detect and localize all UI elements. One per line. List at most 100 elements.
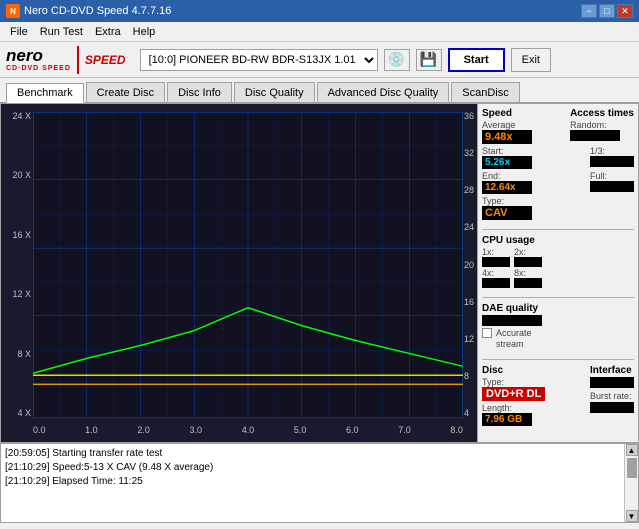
toolbar: nero CD·DVD SPEED SPEED [10:0] PIONEER B… bbox=[0, 42, 639, 78]
random-value bbox=[570, 130, 620, 141]
logo-divider bbox=[77, 46, 79, 74]
log-row-1: [21:10:29] Speed:5-13 X CAV (9.48 X aver… bbox=[5, 461, 620, 475]
log-scrollbar: ▲ ▼ bbox=[624, 444, 638, 522]
speed-section: Speed Average 9.48x Access times Random:… bbox=[482, 108, 634, 220]
start-value: 5.26x bbox=[482, 156, 532, 169]
scroll-thumb[interactable] bbox=[627, 458, 637, 478]
length-label: Length: bbox=[482, 403, 545, 413]
x-label-5: 5.0 bbox=[294, 425, 307, 435]
tabs: Benchmark Create Disc Disc Info Disc Qua… bbox=[0, 78, 639, 103]
x-label-8: 8.0 bbox=[450, 425, 463, 435]
y-right-8: 8 bbox=[464, 372, 469, 381]
cpu-section: CPU usage 1x: 2x: 4x: bbox=[482, 235, 634, 288]
random-label: Random: bbox=[570, 120, 634, 130]
cpu-8x-label: 8x: bbox=[514, 268, 542, 278]
log-area: [20:59:05] Starting transfer rate test [… bbox=[0, 443, 639, 523]
x-label-2: 2.0 bbox=[137, 425, 150, 435]
drive-select[interactable]: [10:0] PIONEER BD-RW BDR-S13JX 1.01 bbox=[140, 49, 378, 71]
x-label-1: 1.0 bbox=[85, 425, 98, 435]
close-button[interactable]: ✕ bbox=[617, 4, 633, 18]
exit-button[interactable]: Exit bbox=[511, 48, 551, 72]
x-label-3: 3.0 bbox=[190, 425, 203, 435]
dae-section: DAE quality Accurate stream bbox=[482, 303, 634, 350]
maximize-button[interactable]: □ bbox=[599, 4, 615, 18]
x-label-4: 4.0 bbox=[242, 425, 255, 435]
y-label-12: 12 X bbox=[12, 290, 31, 299]
tab-create-disc[interactable]: Create Disc bbox=[86, 82, 165, 102]
app-title: Nero CD-DVD Speed 4.7.7.16 bbox=[24, 5, 171, 17]
minimize-button[interactable]: − bbox=[581, 4, 597, 18]
accurate-stream-row: Accurate bbox=[482, 328, 634, 338]
y-right-12: 12 bbox=[464, 335, 474, 344]
x-label-0: 0.0 bbox=[33, 425, 46, 435]
log-row-2: [21:10:29] Elapsed Time: 11:25 bbox=[5, 475, 620, 489]
y-right-36: 36 bbox=[464, 112, 474, 121]
y-right-24: 24 bbox=[464, 223, 474, 232]
y-axis-right: 36 32 28 24 20 16 12 8 4 bbox=[463, 112, 477, 418]
tab-advanced-disc-quality[interactable]: Advanced Disc Quality bbox=[317, 82, 450, 102]
y-label-20: 20 X bbox=[12, 171, 31, 180]
full-label: Full: bbox=[590, 171, 634, 181]
logo-area: nero CD·DVD SPEED SPEED bbox=[6, 46, 126, 74]
side-panel: Speed Average 9.48x Access times Random:… bbox=[478, 104, 638, 442]
tab-benchmark[interactable]: Benchmark bbox=[6, 83, 84, 103]
tab-disc-quality[interactable]: Disc Quality bbox=[234, 82, 315, 102]
main-content: 24 X 20 X 16 X 12 X 8 X 4 X bbox=[0, 103, 639, 443]
titlebar-controls[interactable]: − □ ✕ bbox=[581, 4, 633, 18]
type-value: CAV bbox=[482, 206, 532, 220]
chart-area: 24 X 20 X 16 X 12 X 8 X 4 X bbox=[1, 104, 478, 442]
x-label-7: 7.0 bbox=[398, 425, 411, 435]
divider1 bbox=[482, 229, 634, 230]
menu-file[interactable]: File bbox=[4, 24, 34, 40]
divider3 bbox=[482, 359, 634, 360]
start-label: Start: bbox=[482, 146, 532, 156]
logo-speed: SPEED bbox=[85, 53, 126, 67]
y-label-8: 8 X bbox=[17, 350, 31, 359]
menu-extra[interactable]: Extra bbox=[89, 24, 127, 40]
tab-disc-info[interactable]: Disc Info bbox=[167, 82, 232, 102]
x-label-6: 6.0 bbox=[346, 425, 359, 435]
disc-type-badge: DVD+R DL bbox=[482, 387, 545, 401]
disc-type-label: Type: bbox=[482, 377, 545, 387]
end-label: End: bbox=[482, 171, 532, 181]
scroll-down-button[interactable]: ▼ bbox=[626, 510, 638, 522]
logo-sub: CD·DVD SPEED bbox=[6, 65, 71, 72]
menu-run-test[interactable]: Run Test bbox=[34, 24, 89, 40]
interface-label: Interface bbox=[590, 365, 634, 376]
cpu-4x-label: 4x: bbox=[482, 268, 510, 278]
x-axis: 0.0 1.0 2.0 3.0 4.0 5.0 6.0 7.0 8.0 bbox=[33, 418, 463, 442]
y-right-16: 16 bbox=[464, 298, 474, 307]
dae-label: DAE quality bbox=[482, 303, 634, 314]
stream-label: stream bbox=[496, 339, 524, 349]
disc-icon-button[interactable]: 💿 bbox=[384, 49, 410, 71]
menubar: File Run Test Extra Help bbox=[0, 22, 639, 42]
length-value: 7.96 GB bbox=[482, 413, 532, 426]
y-right-20: 20 bbox=[464, 261, 474, 270]
start-button[interactable]: Start bbox=[448, 48, 505, 72]
accurate-label: Accurate bbox=[496, 328, 532, 338]
log-row-0: [20:59:05] Starting transfer rate test bbox=[5, 447, 620, 461]
y-right-4: 4 bbox=[464, 409, 469, 418]
divider2 bbox=[482, 297, 634, 298]
one-third-label: 1/3: bbox=[590, 146, 634, 156]
end-value: 12.64x bbox=[482, 181, 532, 194]
burst-label: Burst rate: bbox=[590, 391, 634, 401]
disc-label: Disc bbox=[482, 365, 545, 376]
average-value: 9.48x bbox=[482, 130, 532, 144]
scroll-up-button[interactable]: ▲ bbox=[626, 444, 638, 456]
accurate-stream-checkbox[interactable] bbox=[482, 328, 492, 338]
app-icon: N bbox=[6, 4, 20, 18]
menu-help[interactable]: Help bbox=[127, 24, 162, 40]
y-right-28: 28 bbox=[464, 186, 474, 195]
speed-label: Speed bbox=[482, 108, 532, 119]
logo: nero CD·DVD SPEED SPEED bbox=[6, 46, 126, 74]
y-right-32: 32 bbox=[464, 149, 474, 158]
tab-scan-disc[interactable]: ScanDisc bbox=[451, 82, 519, 102]
access-label: Access times bbox=[570, 108, 634, 119]
type-label: Type: bbox=[482, 196, 634, 206]
y-label-24: 24 X bbox=[12, 112, 31, 121]
logo-nero: nero bbox=[6, 47, 43, 66]
log-content: [20:59:05] Starting transfer rate test [… bbox=[1, 444, 624, 522]
save-icon-button[interactable]: 💾 bbox=[416, 49, 442, 71]
y-axis-left: 24 X 20 X 16 X 12 X 8 X 4 X bbox=[1, 112, 33, 418]
